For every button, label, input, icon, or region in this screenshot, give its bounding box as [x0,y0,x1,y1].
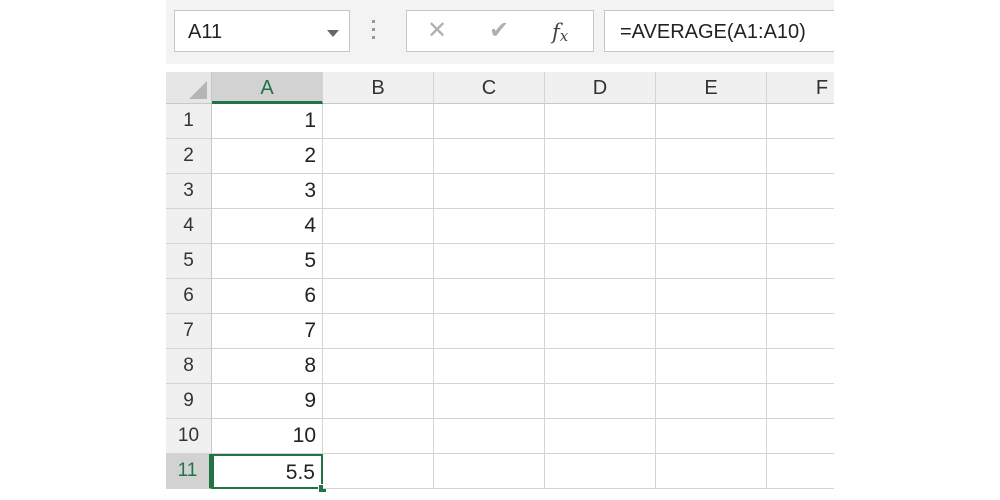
cell-c4[interactable] [434,209,545,244]
name-box[interactable]: A11 [174,10,350,52]
cell-c5[interactable] [434,244,545,279]
cell-f7[interactable] [767,314,834,349]
cell-c11[interactable] [434,454,545,489]
cell-b1[interactable] [323,104,434,139]
cell-d6[interactable] [545,279,656,314]
formula-buttons: ✕ ✔ fx [406,10,594,52]
cell-a2[interactable]: 2 [212,139,323,174]
cell-a11[interactable]: 5.5 [212,454,323,489]
cell-a7[interactable]: 7 [212,314,323,349]
cell-c10[interactable] [434,419,545,454]
row-header-7[interactable]: 7 [166,314,212,349]
row-header-6[interactable]: 6 [166,279,212,314]
cell-f3[interactable] [767,174,834,209]
cell-f5[interactable] [767,244,834,279]
cell-c9[interactable] [434,384,545,419]
cell-d7[interactable] [545,314,656,349]
cell-f10[interactable] [767,419,834,454]
column-header-b[interactable]: B [323,72,434,104]
cell-d5[interactable] [545,244,656,279]
cell-e4[interactable] [656,209,767,244]
cell-d11[interactable] [545,454,656,489]
formula-text: =AVERAGE(A1:A10) [620,21,806,43]
row-header-2[interactable]: 2 [166,139,212,174]
column-header-a[interactable]: A [212,72,323,104]
spreadsheet-window: A11 ✕ ✔ fx =AVERAGE(A1:A10) ABCDEF112233… [166,0,834,494]
cell-c3[interactable] [434,174,545,209]
cell-a10[interactable]: 10 [212,419,323,454]
formula-input[interactable]: =AVERAGE(A1:A10) [604,10,834,52]
insert-function-icon[interactable]: fx [552,18,568,48]
cell-e1[interactable] [656,104,767,139]
cell-b9[interactable] [323,384,434,419]
row-header-9[interactable]: 9 [166,384,212,419]
cell-f1[interactable] [767,104,834,139]
cell-a8[interactable]: 8 [212,349,323,384]
cell-b2[interactable] [323,139,434,174]
cell-a5[interactable]: 5 [212,244,323,279]
select-all-triangle-icon [189,81,207,99]
cell-d1[interactable] [545,104,656,139]
cell-c6[interactable] [434,279,545,314]
cell-e10[interactable] [656,419,767,454]
cell-a1[interactable]: 1 [212,104,323,139]
cell-d3[interactable] [545,174,656,209]
cell-e6[interactable] [656,279,767,314]
cell-e7[interactable] [656,314,767,349]
cell-a3[interactable]: 3 [212,174,323,209]
cell-f4[interactable] [767,209,834,244]
cell-d8[interactable] [545,349,656,384]
column-header-d[interactable]: D [545,72,656,104]
cell-b6[interactable] [323,279,434,314]
cell-f2[interactable] [767,139,834,174]
column-header-e[interactable]: E [656,72,767,104]
cell-c1[interactable] [434,104,545,139]
column-header-c[interactable]: C [434,72,545,104]
cell-b8[interactable] [323,349,434,384]
cell-e5[interactable] [656,244,767,279]
enter-check-icon[interactable]: ✔ [489,17,509,45]
cell-a6[interactable]: 6 [212,279,323,314]
cell-c2[interactable] [434,139,545,174]
formula-bar: A11 ✕ ✔ fx =AVERAGE(A1:A10) [166,0,834,64]
cell-e2[interactable] [656,139,767,174]
row-header-4[interactable]: 4 [166,209,212,244]
cell-b3[interactable] [323,174,434,209]
cell-a9[interactable]: 9 [212,384,323,419]
cancel-icon[interactable]: ✕ [427,17,447,45]
cell-f9[interactable] [767,384,834,419]
row-header-11[interactable]: 11 [166,454,212,489]
chevron-down-icon[interactable] [327,30,339,37]
cell-a4[interactable]: 4 [212,209,323,244]
cell-e9[interactable] [656,384,767,419]
row-header-8[interactable]: 8 [166,349,212,384]
cell-d2[interactable] [545,139,656,174]
column-header-f[interactable]: F [767,72,834,104]
row-header-5[interactable]: 5 [166,244,212,279]
cell-f11[interactable] [767,454,834,489]
cell-f6[interactable] [767,279,834,314]
cell-d9[interactable] [545,384,656,419]
cell-c8[interactable] [434,349,545,384]
row-header-3[interactable]: 3 [166,174,212,209]
cell-d10[interactable] [545,419,656,454]
cell-b10[interactable] [323,419,434,454]
cell-b5[interactable] [323,244,434,279]
row-header-1[interactable]: 1 [166,104,212,139]
cell-b4[interactable] [323,209,434,244]
cell-c7[interactable] [434,314,545,349]
cell-d4[interactable] [545,209,656,244]
cell-f8[interactable] [767,349,834,384]
cell-b7[interactable] [323,314,434,349]
cell-e11[interactable] [656,454,767,489]
drag-handle-icon[interactable] [372,20,376,44]
select-all-button[interactable] [166,72,212,104]
cell-e8[interactable] [656,349,767,384]
cell-e3[interactable] [656,174,767,209]
cell-b11[interactable] [323,454,434,489]
row-header-10[interactable]: 10 [166,419,212,454]
name-box-value: A11 [188,21,223,43]
